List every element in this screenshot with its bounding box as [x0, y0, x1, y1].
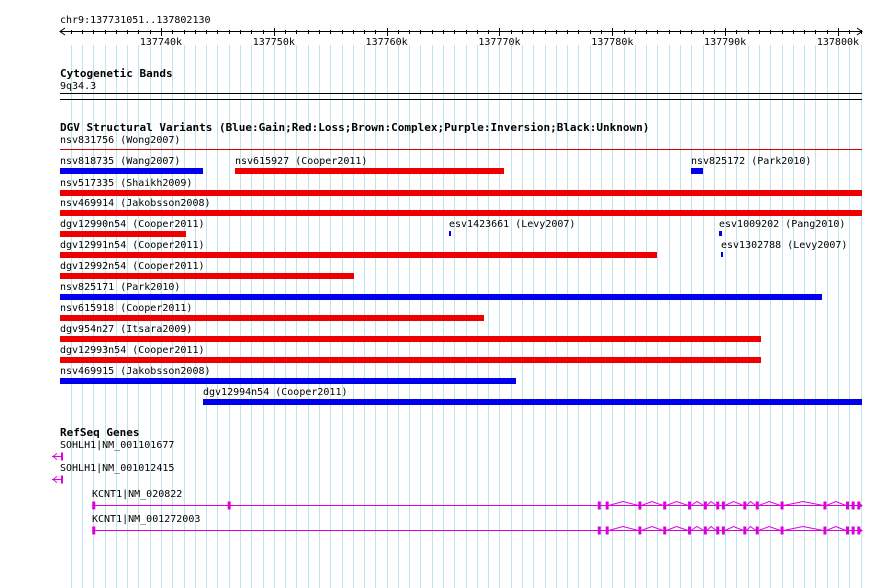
intron-chevron [641, 500, 664, 506]
intron-chevron [724, 500, 744, 506]
intron-chevron [758, 525, 781, 531]
intron-chevron [666, 525, 689, 531]
gene-exon [61, 475, 63, 484]
intron-chevron [758, 500, 781, 506]
intron-chevron [826, 500, 847, 506]
gene-exon [716, 501, 720, 510]
gene-exon [743, 501, 747, 510]
intron-chevron [608, 500, 639, 506]
intron-chevron [690, 525, 705, 531]
gene-exon [823, 526, 827, 535]
gene-exon [703, 501, 707, 510]
gene-exon [755, 501, 759, 510]
gene-exon [688, 501, 692, 510]
gene-exon [851, 501, 855, 510]
gene-exon [605, 501, 609, 510]
intron-chevron [783, 500, 824, 506]
intron-chevron [706, 500, 717, 506]
gene-exon [92, 526, 96, 535]
gene-exon [663, 526, 667, 535]
gene-exon [716, 526, 720, 535]
intron-chevron [690, 500, 705, 506]
gene-exon [721, 526, 725, 535]
gene-exon [845, 526, 849, 535]
intron-chevron [666, 500, 689, 506]
gene-exon [227, 501, 231, 510]
gene-exon [780, 526, 784, 535]
gene-exon [638, 526, 642, 535]
gene-exon [638, 501, 642, 510]
gene-exon [597, 501, 601, 510]
gene-glyphs [52, 452, 863, 535]
intron-chevron [641, 525, 664, 531]
gene-exon [721, 501, 725, 510]
gene-exon [663, 501, 667, 510]
intron-chevron [706, 525, 717, 531]
intron-chevron [826, 525, 847, 531]
gene-exon [597, 526, 601, 535]
intron-chevron [608, 525, 639, 531]
gene-exon [743, 526, 747, 535]
gene-exon [755, 526, 759, 535]
gene-exon [92, 501, 96, 510]
gene-exon [688, 526, 692, 535]
intron-chevron [745, 500, 757, 506]
gene-exon [703, 526, 707, 535]
gene-exon [780, 501, 784, 510]
intron-chevron [783, 525, 824, 531]
gene-exon [823, 501, 827, 510]
gene-exon [61, 452, 63, 461]
intron-chevron [745, 525, 757, 531]
gene-exon [845, 501, 849, 510]
gene-exon [605, 526, 609, 535]
gene-exon [851, 526, 855, 535]
intron-chevron [724, 525, 744, 531]
